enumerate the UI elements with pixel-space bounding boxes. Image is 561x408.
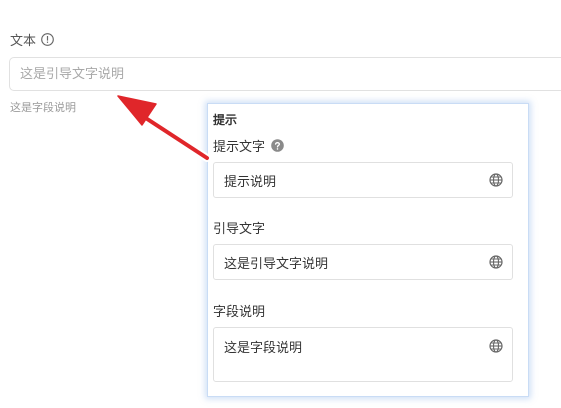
description-textarea[interactable]: 这是字段说明 (213, 327, 513, 382)
field-help-text: 这是字段说明 (10, 101, 76, 114)
field-label-text: 文本 (10, 34, 37, 49)
placeholder-input-value: 这是引导文字说明 (224, 256, 329, 272)
placeholder-input[interactable]: 这是引导文字说明 (213, 244, 513, 280)
tooltip-input-value: 提示说明 (224, 174, 277, 190)
description-label-text: 字段说明 (213, 305, 266, 320)
field-label: 文本 (10, 30, 54, 49)
tooltip-label: 提示文字 (213, 137, 512, 155)
description-label: 字段说明 (213, 302, 512, 320)
description-textarea-value: 这是字段说明 (224, 341, 303, 356)
panel-title: 提示 (213, 113, 238, 127)
globe-icon[interactable] (489, 255, 503, 269)
globe-icon[interactable] (489, 339, 503, 353)
placeholder-label: 引导文字 (213, 219, 512, 237)
globe-icon[interactable] (489, 173, 503, 187)
tooltip-input[interactable]: 提示说明 (213, 162, 513, 198)
question-icon[interactable] (271, 139, 284, 152)
settings-panel: 提示 提示文字 提示说明 引导文字 这是引导文字说明 字段说明 这是字段说明 (207, 103, 529, 397)
text-input[interactable] (9, 57, 561, 91)
tooltip-label-text: 提示文字 (213, 140, 266, 155)
info-icon[interactable] (41, 33, 54, 46)
placeholder-label-text: 引导文字 (213, 222, 266, 237)
